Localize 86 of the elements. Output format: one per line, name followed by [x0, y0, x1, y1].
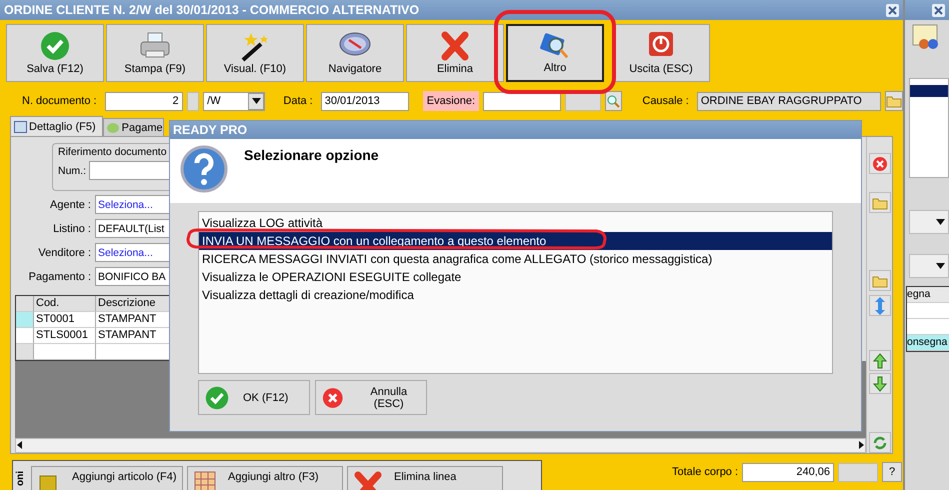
scroll-left-icon [16, 441, 24, 450]
field-label: N. documento : [21, 94, 98, 109]
option-item[interactable]: Visualizza LOG attività [199, 214, 832, 232]
toolbar-button[interactable]: Visual. (F10) [206, 24, 304, 82]
help-button[interactable]: ? [882, 462, 902, 482]
window-title: ORDINE CLIENTE N. 2/W del 30/01/2013 - COMMERCIO ALTERNATIVO [4, 3, 420, 17]
group-title: Riferimento documento [58, 146, 168, 158]
table-cell: onsegna [907, 335, 949, 351]
remove-button[interactable] [868, 153, 890, 174]
dialog-title: READY PRO [173, 123, 248, 137]
action-button[interactable]: Aggiungi altro (F3) [187, 466, 343, 490]
toolbar-button[interactable]: Stampa (F9) [106, 24, 204, 82]
header-cell [16, 296, 34, 312]
date-field[interactable]: 30/01/2013 [320, 92, 409, 110]
dropdown[interactable] [909, 210, 949, 234]
table-cell [34, 344, 96, 360]
x-icon [441, 31, 469, 61]
action-button[interactable]: Elimina linea [347, 466, 503, 490]
dialog-button[interactable]: Annulla (ESC) [315, 380, 427, 415]
table-cell: ST0001 [34, 312, 96, 328]
blank-field [186, 92, 200, 110]
move-down-button[interactable] [868, 373, 890, 394]
field-label: Num.: [58, 164, 86, 176]
scroll-right-icon [857, 441, 865, 450]
field-label: Data : [282, 94, 314, 109]
reason-field[interactable]: ORDINE EBAY RAGGRUPPATO [696, 92, 881, 110]
section-label: oni [15, 470, 27, 486]
dialog-button[interactable]: OK (F12) [198, 380, 310, 415]
power-icon [648, 31, 674, 57]
move-button[interactable] [868, 295, 890, 316]
field-label: Evasione: [422, 91, 480, 111]
document-number-field[interactable]: 2 [104, 92, 183, 110]
close-icon[interactable] [886, 4, 899, 16]
field-label: Venditore : [37, 246, 92, 259]
move-up-button[interactable] [868, 350, 890, 371]
magnifier-icon [606, 94, 620, 108]
up-down-arrow-icon [874, 296, 884, 314]
folder-icon [872, 196, 888, 210]
close-icon[interactable] [932, 4, 945, 16]
field-label: Agente : [49, 198, 92, 211]
toolbar-button[interactable]: Navigatore [306, 24, 404, 82]
table-icon [194, 471, 216, 490]
cancel-icon [322, 386, 344, 410]
column-header: Cod. [34, 296, 96, 312]
toolbar-button[interactable]: Altro [506, 24, 604, 82]
folder-icon [872, 274, 888, 288]
horizontal-scrollbar[interactable] [15, 438, 866, 453]
dialog-heading: Selezionare opzione [244, 147, 379, 165]
selected-row [910, 85, 948, 97]
column-header: egna [907, 287, 949, 303]
folder-button[interactable] [868, 270, 890, 291]
option-item[interactable]: RICERCA MESSAGGI INVIATI con questa anagrafica come ALLEGATO (storico messaggistica) [199, 250, 832, 268]
dropdown[interactable] [909, 254, 949, 278]
magic-wand-icon [239, 31, 271, 63]
compass-icon [339, 31, 371, 57]
field-label: Causale : [641, 94, 690, 109]
tab[interactable]: Dettaglio (F5) [10, 116, 103, 136]
check-icon [40, 31, 70, 61]
dropdown-caret-icon [252, 98, 261, 104]
arrow-up-icon [872, 352, 886, 368]
arrow-down-icon [872, 376, 886, 392]
zoom-button[interactable] [604, 91, 622, 111]
series-dropdown[interactable]: /W [203, 92, 266, 110]
refresh-button[interactable] [868, 432, 890, 453]
option-item[interactable]: Visualizza le OPERAZIONI ESEGUITE collegate [199, 268, 832, 286]
folder-button[interactable] [868, 192, 890, 213]
check-icon [205, 386, 229, 410]
dropdown-caret-icon [936, 219, 945, 225]
total-label: Totale corpo : [672, 466, 738, 478]
toolbar-button[interactable]: Elimina [406, 24, 504, 82]
toolbar-button[interactable]: Salva (F12) [6, 24, 104, 82]
row-indicator [16, 344, 34, 360]
remove-icon [872, 156, 888, 172]
action-button[interactable]: Aggiungi articolo (F4) [31, 466, 183, 490]
field-label: Pagamento : [28, 270, 92, 283]
question-icon [180, 145, 228, 193]
field-label: Listino : [52, 222, 92, 235]
total-field[interactable]: 240,06 [742, 462, 834, 482]
tab[interactable]: Pagame [102, 118, 164, 136]
table-cell: STLS0001 [34, 328, 96, 344]
blank-field [838, 462, 878, 482]
folder-icon [886, 94, 902, 108]
browse-button[interactable] [884, 91, 903, 111]
dropdown-caret-icon [936, 263, 945, 269]
refresh-icon [872, 434, 888, 450]
calendar-icon [14, 120, 27, 132]
